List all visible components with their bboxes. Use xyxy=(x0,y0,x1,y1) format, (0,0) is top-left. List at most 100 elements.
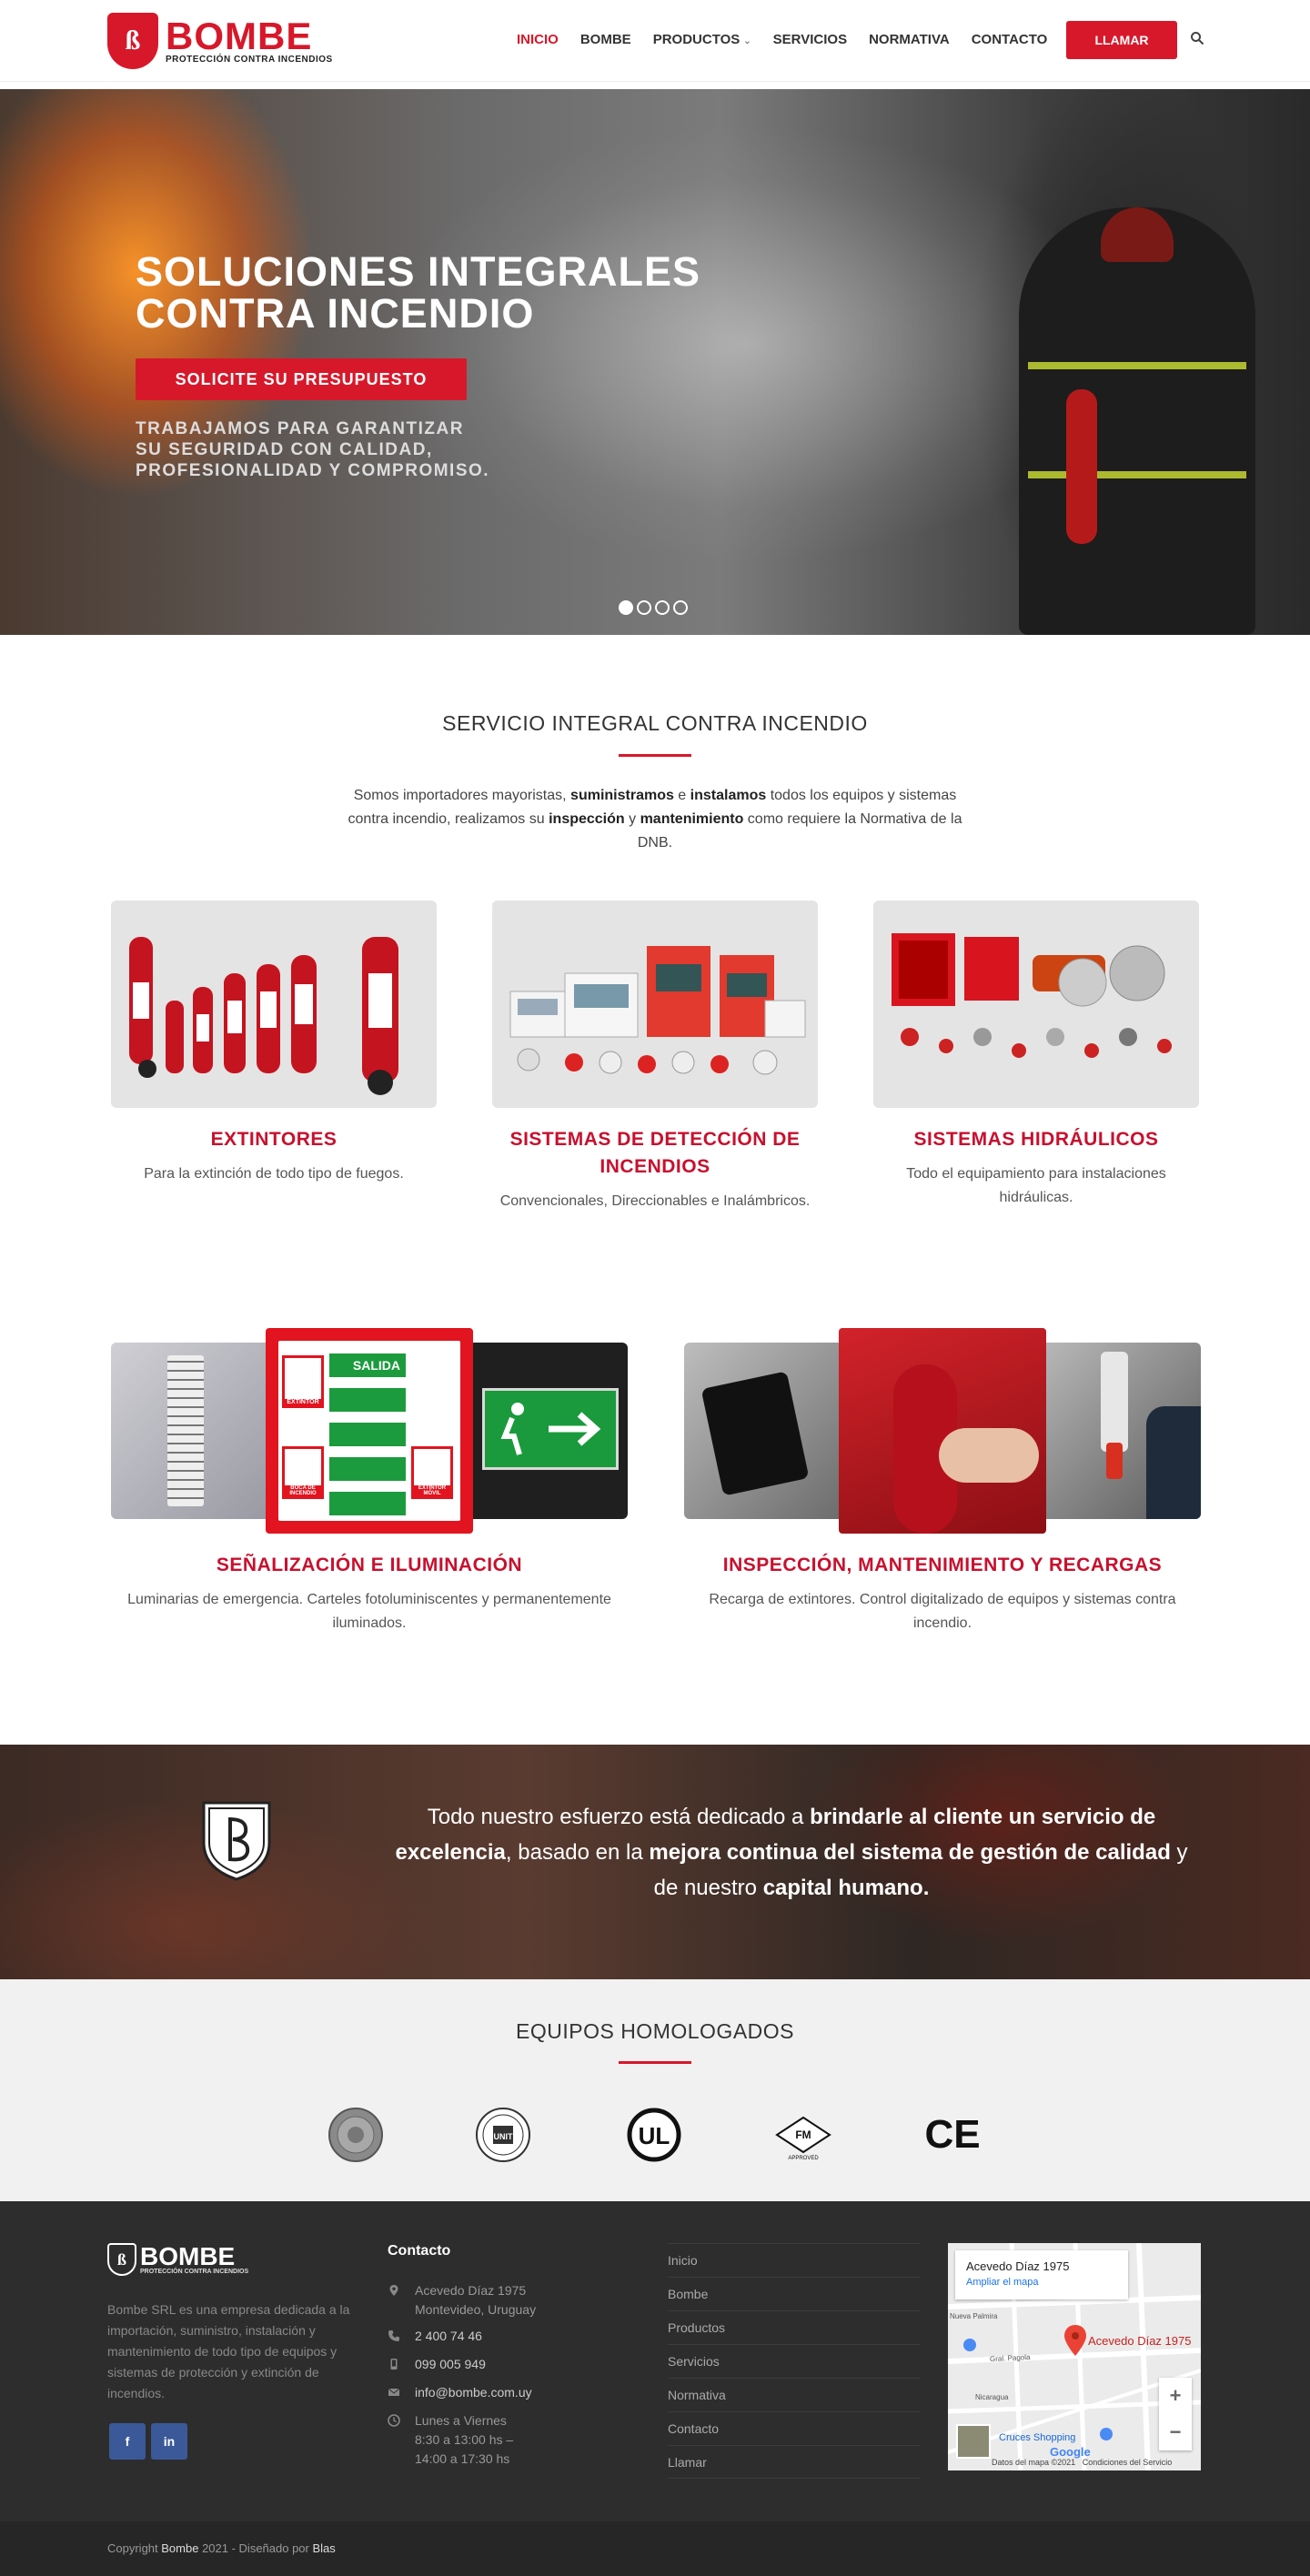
extinguishers-image[interactable] xyxy=(111,901,437,1108)
mobile-phone-icon xyxy=(390,2359,398,2370)
title-divider xyxy=(619,754,691,757)
slider-dots xyxy=(619,600,688,615)
reflective-stripe xyxy=(1028,362,1246,369)
extinguishers-illustration xyxy=(129,937,398,1095)
signs-panel: SALIDA EXTINTOR BOCA DE INCENDIO EXTINTO… xyxy=(266,1328,473,1534)
footer-link-llamar[interactable]: Llamar xyxy=(668,2445,921,2479)
title-divider xyxy=(619,2061,691,2064)
zoom-in-icon[interactable]: + xyxy=(1170,2384,1182,2408)
enlarge-map-link[interactable]: Ampliar el mapa xyxy=(966,2277,1117,2288)
main-nav: INICIO BOMBE PRODUCTOS ⌄ SERVICIOS NORMAT… xyxy=(517,29,1069,53)
signage-image[interactable]: SALIDA EXTINTOR BOCA DE INCENDIO EXTINTO… xyxy=(111,1328,628,1534)
call-button[interactable]: LLAMAR xyxy=(1066,21,1177,59)
site-logo[interactable]: ß BOMBE PROTECCIÓN CONTRA INCENDIOS xyxy=(107,13,333,69)
map-street-label: Nueva Palmira xyxy=(950,2312,998,2320)
card-title-inspeccion[interactable]: INSPECCIÓN, MANTENIMIENTO Y RECARGAS xyxy=(684,1552,1201,1579)
copyright-text: Copyright Bombe 2021 - Diseñado por Blas xyxy=(107,2541,336,2555)
logo-shield-icon: ß xyxy=(107,13,158,69)
tablet-photo xyxy=(684,1343,839,1519)
contact-phone[interactable]: 2 400 74 46 xyxy=(388,2327,482,2346)
svg-text:CE: CE xyxy=(924,2112,980,2157)
exit-sign xyxy=(329,1388,406,1412)
services-title: SERVICIO INTEGRAL CONTRA INCENDIO xyxy=(442,711,868,735)
certifications-title: EQUIPOS HOMOLOGADOS xyxy=(516,2019,794,2043)
envelope-icon xyxy=(388,2388,400,2396)
exit-sign: SALIDA xyxy=(329,1353,406,1377)
map-info-card: Acevedo Díaz 1975 Ampliar el mapa xyxy=(955,2250,1128,2299)
slide-dot[interactable] xyxy=(673,600,688,615)
hero-title-line: CONTRA INCENDIO xyxy=(136,290,535,337)
card-text-hidraulicos: Todo el equipamiento para instalaciones … xyxy=(906,1166,1166,1205)
card-title-extintores[interactable]: EXTINTORES xyxy=(111,1126,437,1153)
footer-link-productos[interactable]: Productos xyxy=(668,2310,921,2344)
svg-text:APPROVED: APPROVED xyxy=(788,2156,819,2161)
footer-link-bombe[interactable]: Bombe xyxy=(668,2277,921,2310)
search-icon[interactable] xyxy=(1190,31,1204,45)
contact-heading: Contacto xyxy=(388,2243,451,2259)
nav-bombe[interactable]: BOMBE xyxy=(580,29,631,53)
exit-arrow-icon xyxy=(500,1403,601,1455)
slide-dot[interactable] xyxy=(619,600,633,615)
seal-icon xyxy=(326,2107,386,2163)
extinguisher-valve-photo xyxy=(839,1328,1046,1534)
linkedin-icon[interactable]: in xyxy=(151,2423,187,2460)
nav-servicios[interactable]: SERVICIOS xyxy=(773,29,847,53)
hero-slider: SOLUCIONES INTEGRALES CONTRA INCENDIO SO… xyxy=(0,89,1310,635)
extinguisher-figure xyxy=(1066,389,1097,544)
nav-contacto[interactable]: CONTACTO xyxy=(972,29,1048,53)
hydraulics-image[interactable] xyxy=(873,901,1199,1108)
location-map[interactable]: Acevedo Díaz 1975 Ampliar el mapa Aceved… xyxy=(948,2243,1201,2470)
card-title-deteccion[interactable]: SISTEMAS DE DETECCIÓN DE INCENDIOS xyxy=(492,1126,818,1181)
card-text-inspeccion: Recarga de extintores. Control digitaliz… xyxy=(709,1592,1176,1631)
svg-text:UNIT: UNIT xyxy=(494,2132,513,2141)
logo-name: BOMBE xyxy=(166,14,313,57)
slide-dot[interactable] xyxy=(655,600,670,615)
card-title-senalizacion[interactable]: SEÑALIZACIÓN E ILUMINACIÓN xyxy=(111,1552,628,1579)
footer-link-normativa[interactable]: Normativa xyxy=(668,2378,921,2411)
card-text-extintores: Para la extinción de todo tipo de fuegos… xyxy=(144,1166,404,1182)
nav-inicio[interactable]: INICIO xyxy=(517,29,559,53)
footer-logo-name: BOMBE xyxy=(140,2241,236,2270)
extinguisher-sign: EXTINTOR xyxy=(282,1355,324,1408)
site-header: ß BOMBE PROTECCIÓN CONTRA INCENDIOS INIC… xyxy=(0,0,1310,82)
slide-dot[interactable] xyxy=(637,600,651,615)
contact-email[interactable]: info@bombe.com.uy xyxy=(388,2383,532,2402)
logo-tagline: PROTECCIÓN CONTRA INCENDIOS xyxy=(166,54,333,65)
footer-logo[interactable]: ß BOMBE PROTECCIÓN CONTRA INCENDIOS xyxy=(107,2243,248,2276)
map-zoom-controls: + − xyxy=(1159,2378,1192,2450)
phone-icon xyxy=(388,2330,399,2341)
nav-normativa[interactable]: NORMATIVA xyxy=(869,29,950,53)
fm-approved-icon: FM APPROVED xyxy=(773,2107,833,2163)
footer-logo-tagline: PROTECCIÓN CONTRA INCENDIOS xyxy=(140,2268,249,2275)
detection-image[interactable] xyxy=(492,901,818,1108)
contact-mobile[interactable]: 099 005 949 xyxy=(388,2355,486,2374)
footer-link-inicio[interactable]: Inicio xyxy=(668,2243,921,2277)
map-marker-icon xyxy=(389,2285,398,2296)
map-terms-link[interactable]: Condiciones del Servicio xyxy=(1083,2458,1173,2467)
exit-sign xyxy=(329,1492,406,1515)
firefighter-figure xyxy=(1019,207,1255,635)
copyright-brand-link[interactable]: Bombe xyxy=(161,2541,198,2555)
footer-link-servicios[interactable]: Servicios xyxy=(668,2344,921,2378)
map-attribution: Datos del mapa ©2021 Condiciones del Ser… xyxy=(992,2458,1173,2467)
ul-icon: UL xyxy=(624,2107,684,2163)
zoom-out-icon[interactable]: − xyxy=(1170,2420,1182,2444)
facebook-icon[interactable]: f xyxy=(109,2423,146,2460)
clock-icon xyxy=(388,2414,400,2427)
map-poi-label: Cruces Shopping xyxy=(999,2432,1076,2443)
designer-link[interactable]: Blas xyxy=(312,2541,335,2555)
unit-icon: UNIT xyxy=(473,2107,533,2163)
contact-address: Acevedo Díaz 1975 Montevideo, Uruguay xyxy=(388,2281,536,2319)
hero-subtitle-line: SU SEGURIDAD CON CALIDAD, xyxy=(136,440,433,459)
detection-illustration xyxy=(509,946,806,1075)
services-intro: Somos importadores mayoristas, suministr… xyxy=(348,788,962,850)
svg-text:UL: UL xyxy=(639,2122,670,2149)
quote-request-button[interactable]: SOLICITE SU PRESUPUESTO xyxy=(136,358,467,400)
hydraulics-illustration xyxy=(892,933,1172,1058)
card-title-hidraulicos[interactable]: SISTEMAS HIDRÁULICOS xyxy=(873,1126,1199,1153)
nav-productos[interactable]: PRODUCTOS ⌄ xyxy=(653,29,751,53)
emergency-light-photo xyxy=(111,1343,266,1519)
nav-productos-label: PRODUCTOS xyxy=(652,32,741,47)
inspection-image[interactable] xyxy=(684,1328,1201,1534)
footer-link-contacto[interactable]: Contacto xyxy=(668,2411,921,2445)
